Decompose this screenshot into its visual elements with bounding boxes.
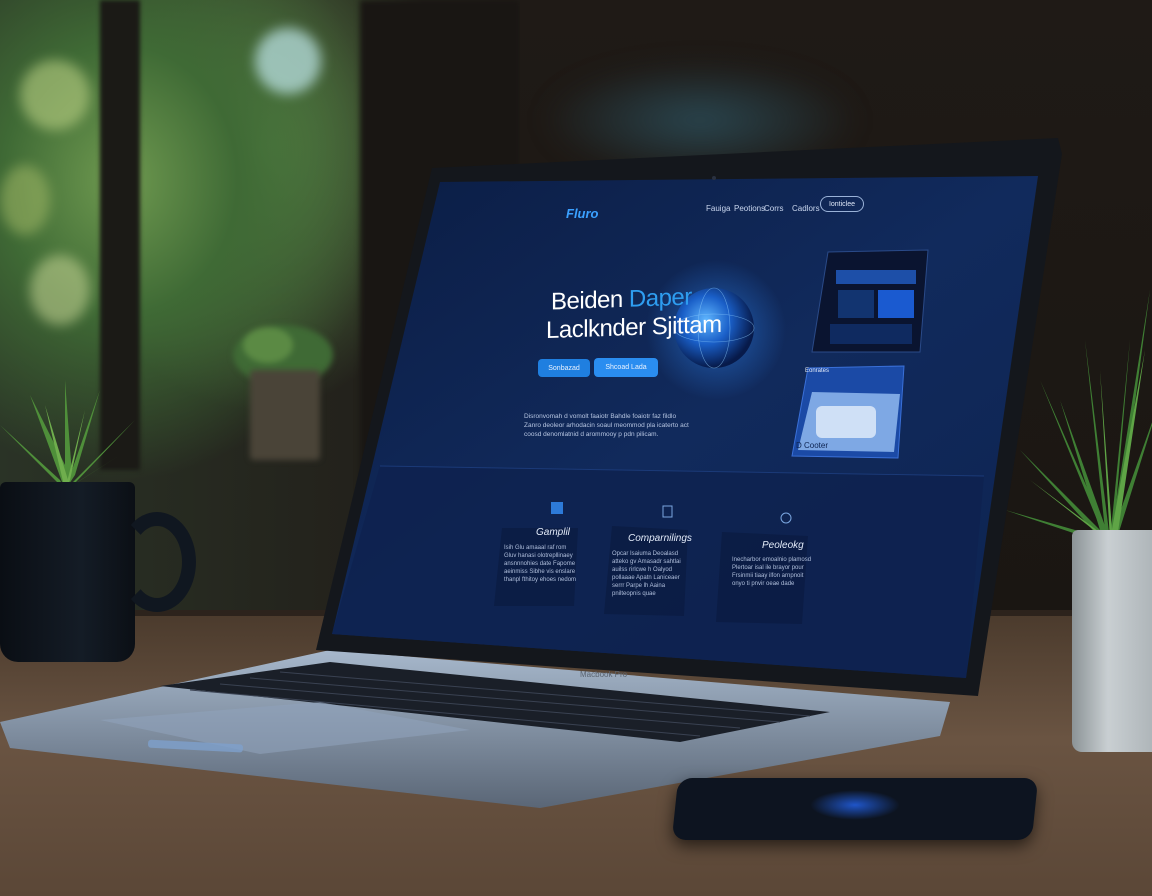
feature-title: Gamplil [536, 527, 570, 538]
promo-label: Eonrates [805, 368, 830, 374]
blurred-pot [250, 370, 320, 460]
feature-copy: Opcar Isaiuma Deoalasd atteko gv Amasadr… [612, 551, 681, 597]
nav-link[interactable]: Corrs [764, 204, 784, 213]
nav-link[interactable]: Fauiga [706, 204, 730, 213]
photo-scene: Fluro Fauiga Peotions Corrs Cadlors Iont… [0, 0, 1152, 896]
hero-headline-white: Beiden [551, 285, 629, 316]
hero-primary-button[interactable]: Sonbazad [538, 359, 590, 377]
feature-copy: Isih Glu amaaal raf rom Gluv hanasi olot… [504, 545, 577, 583]
laptop-brand-label: Macbook Pro [580, 670, 628, 679]
nav-cta-button[interactable]: Ionticlee [820, 196, 864, 212]
nav-link[interactable]: Peotions [734, 204, 765, 213]
hero-copy: Disronvomah d vomolt faaiotr Bahdle foai… [524, 413, 689, 438]
bokeh-light [0, 165, 50, 235]
coffee-mug [0, 482, 135, 662]
bokeh-light [255, 28, 321, 94]
phone-glow [810, 790, 900, 820]
feature-title: Peoleokg [762, 540, 804, 551]
promo-badge: D Cooter [796, 441, 829, 450]
site-logo[interactable]: Fluro [566, 206, 599, 221]
small-plant [0, 380, 135, 490]
nav-link[interactable]: Cadlors [792, 204, 820, 213]
plant-pot [1072, 530, 1152, 752]
hero-headline-accent: Daper [628, 283, 692, 313]
hero-headline: Beiden Daper [551, 284, 692, 317]
hero-secondary-button[interactable]: Shcoad Lada [594, 358, 658, 377]
feature-title: Comparnilings [628, 533, 692, 544]
mug-handle [118, 512, 196, 612]
feature-copy: Inecharbor emoalnio plamosd Plertoar isa… [732, 557, 812, 587]
bokeh-light [30, 255, 90, 325]
bokeh-light [20, 60, 90, 130]
